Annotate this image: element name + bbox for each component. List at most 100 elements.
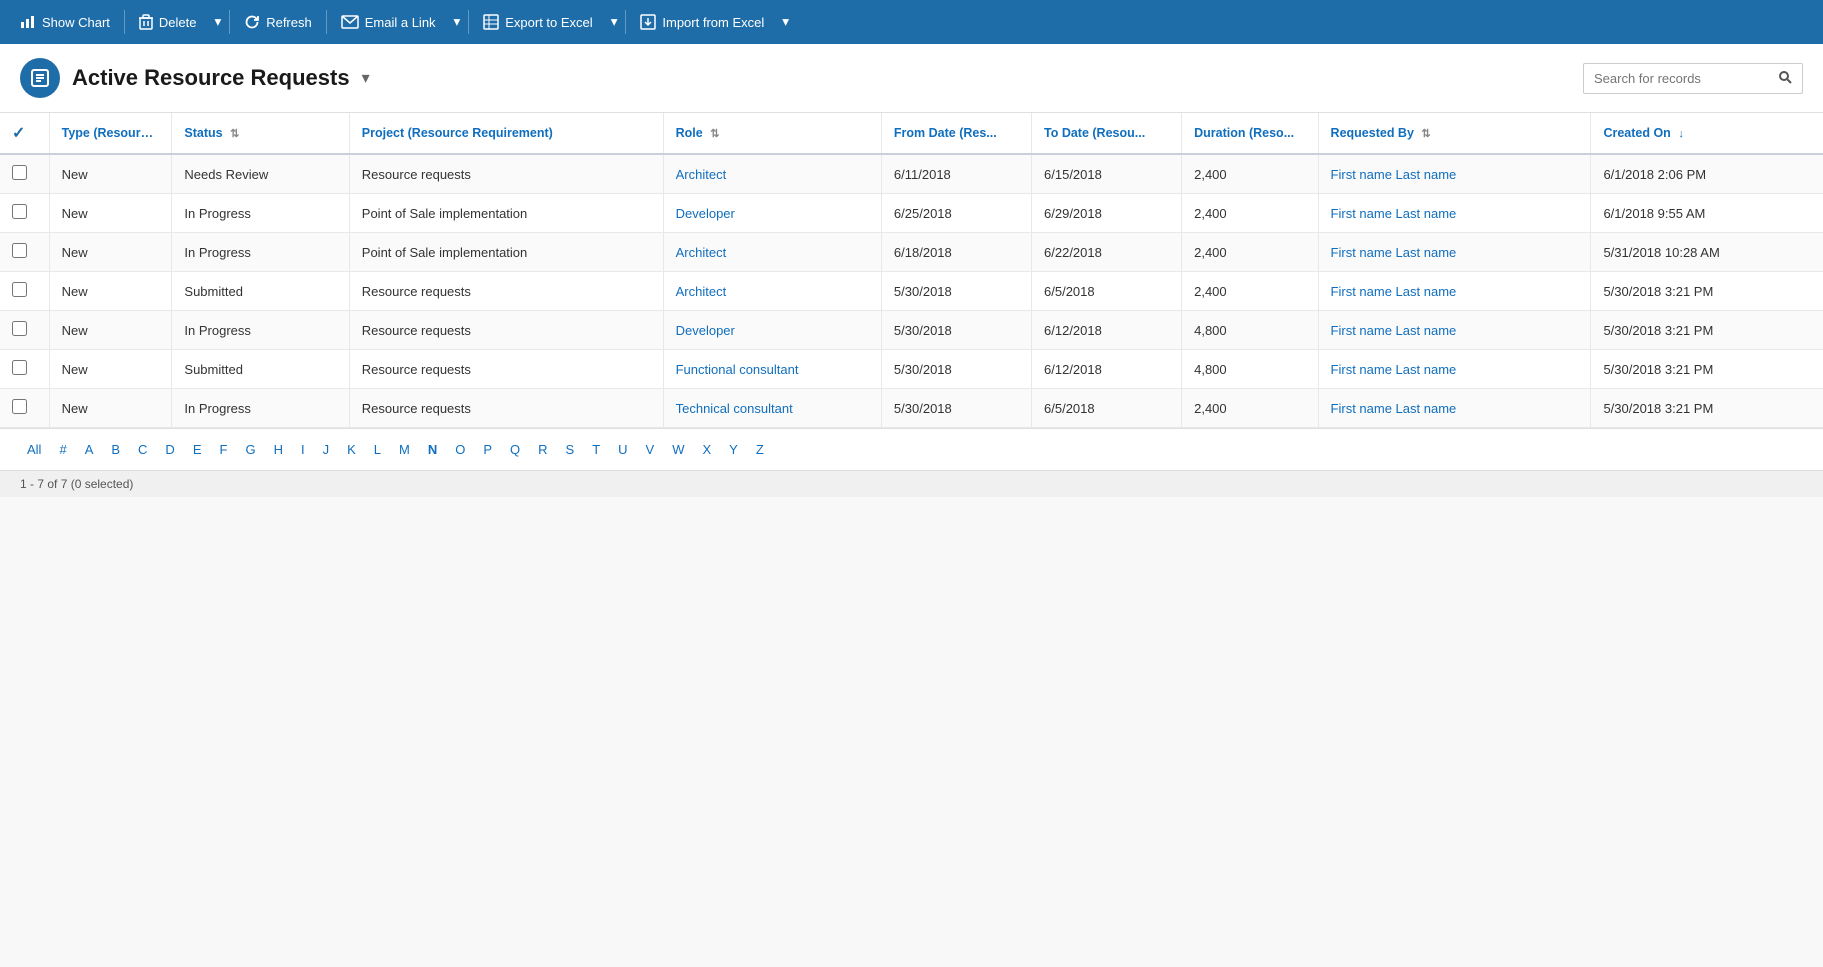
page-letter-m[interactable]: M bbox=[392, 439, 417, 460]
refresh-button[interactable]: Refresh bbox=[232, 0, 324, 44]
export-dropdown[interactable]: ▾ bbox=[605, 0, 624, 44]
row-checkbox-cell[interactable] bbox=[0, 194, 49, 233]
col-header-role[interactable]: Role ⇅ bbox=[663, 113, 881, 154]
role-link[interactable]: Developer bbox=[676, 206, 735, 221]
role-link[interactable]: Functional consultant bbox=[676, 362, 799, 377]
requested-by-link[interactable]: First name Last name bbox=[1331, 206, 1457, 221]
page-letter-e[interactable]: E bbox=[186, 439, 209, 460]
search-button[interactable] bbox=[1768, 64, 1802, 93]
row-checkbox[interactable] bbox=[12, 204, 27, 219]
row-requested-by[interactable]: First name Last name bbox=[1318, 311, 1591, 350]
requested-by-link[interactable]: First name Last name bbox=[1331, 323, 1457, 338]
select-all-checkbox[interactable]: ✓ bbox=[12, 123, 25, 143]
row-requested-by[interactable]: First name Last name bbox=[1318, 389, 1591, 428]
email-link-button[interactable]: Email a Link bbox=[329, 0, 448, 44]
page-letter-r[interactable]: R bbox=[531, 439, 554, 460]
row-created-on: 6/1/2018 2:06 PM bbox=[1591, 154, 1823, 194]
col-header-from[interactable]: From Date (Res... bbox=[881, 113, 1031, 154]
page-letter-all[interactable]: All bbox=[20, 439, 48, 460]
row-checkbox-cell[interactable] bbox=[0, 311, 49, 350]
col-header-requested[interactable]: Requested By ⇅ bbox=[1318, 113, 1591, 154]
page-letter-z[interactable]: Z bbox=[749, 439, 771, 460]
page-letter-w[interactable]: W bbox=[665, 439, 691, 460]
divider-4 bbox=[468, 10, 469, 34]
title-chevron[interactable]: ▾ bbox=[362, 68, 370, 88]
row-checkbox[interactable] bbox=[12, 360, 27, 375]
page-letter-b[interactable]: B bbox=[104, 439, 127, 460]
page-letter-u[interactable]: U bbox=[611, 439, 634, 460]
row-checkbox-cell[interactable] bbox=[0, 233, 49, 272]
page-letter-c[interactable]: C bbox=[131, 439, 154, 460]
page-letter-f[interactable]: F bbox=[212, 439, 234, 460]
row-requested-by[interactable]: First name Last name bbox=[1318, 194, 1591, 233]
page-letter-g[interactable]: G bbox=[238, 439, 262, 460]
page-letter-s[interactable]: S bbox=[559, 439, 582, 460]
row-checkbox[interactable] bbox=[12, 321, 27, 336]
col-header-project[interactable]: Project (Resource Requirement) bbox=[349, 113, 663, 154]
row-checkbox-cell[interactable] bbox=[0, 154, 49, 194]
row-role[interactable]: Developer bbox=[663, 194, 881, 233]
page-letter-v[interactable]: V bbox=[639, 439, 662, 460]
row-checkbox[interactable] bbox=[12, 165, 27, 180]
export-excel-button[interactable]: Export to Excel bbox=[471, 0, 604, 44]
row-requested-by[interactable]: First name Last name bbox=[1318, 350, 1591, 389]
requested-by-link[interactable]: First name Last name bbox=[1331, 245, 1457, 260]
page-letter-d[interactable]: D bbox=[158, 439, 181, 460]
role-link[interactable]: Architect bbox=[676, 167, 727, 182]
row-from-date: 5/30/2018 bbox=[881, 350, 1031, 389]
import-dropdown[interactable]: ▾ bbox=[776, 0, 795, 44]
row-role[interactable]: Architect bbox=[663, 233, 881, 272]
row-from-date: 6/18/2018 bbox=[881, 233, 1031, 272]
page-letter-#[interactable]: # bbox=[52, 439, 73, 460]
delete-dropdown[interactable]: ▾ bbox=[209, 0, 228, 44]
page-letter-q[interactable]: Q bbox=[503, 439, 527, 460]
row-checkbox-cell[interactable] bbox=[0, 350, 49, 389]
search-input[interactable] bbox=[1584, 65, 1768, 92]
page-letter-p[interactable]: P bbox=[476, 439, 499, 460]
row-checkbox[interactable] bbox=[12, 282, 27, 297]
row-role[interactable]: Functional consultant bbox=[663, 350, 881, 389]
divider-2 bbox=[229, 10, 230, 34]
row-role[interactable]: Technical consultant bbox=[663, 389, 881, 428]
role-link[interactable]: Technical consultant bbox=[676, 401, 793, 416]
page-letter-k[interactable]: K bbox=[340, 439, 363, 460]
col-header-status[interactable]: Status ⇅ bbox=[172, 113, 349, 154]
row-status: Submitted bbox=[172, 272, 349, 311]
email-dropdown[interactable]: ▾ bbox=[448, 0, 467, 44]
col-header-duration[interactable]: Duration (Reso... bbox=[1182, 113, 1318, 154]
row-checkbox-cell[interactable] bbox=[0, 389, 49, 428]
row-requested-by[interactable]: First name Last name bbox=[1318, 233, 1591, 272]
page-letter-y[interactable]: Y bbox=[722, 439, 745, 460]
import-excel-button[interactable]: Import from Excel bbox=[628, 0, 776, 44]
page-letter-i[interactable]: I bbox=[294, 439, 312, 460]
row-checkbox[interactable] bbox=[12, 399, 27, 414]
row-requested-by[interactable]: First name Last name bbox=[1318, 272, 1591, 311]
role-link[interactable]: Architect bbox=[676, 284, 727, 299]
show-chart-button[interactable]: Show Chart bbox=[8, 0, 122, 44]
page-letter-j[interactable]: J bbox=[316, 439, 337, 460]
role-link[interactable]: Developer bbox=[676, 323, 735, 338]
page-letter-t[interactable]: T bbox=[585, 439, 607, 460]
row-requested-by[interactable]: First name Last name bbox=[1318, 154, 1591, 194]
page-letter-x[interactable]: X bbox=[696, 439, 719, 460]
col-header-type[interactable]: Type (Resource... ⇅ bbox=[49, 113, 172, 154]
page-letter-l[interactable]: L bbox=[367, 439, 388, 460]
select-all-header[interactable]: ✓ bbox=[0, 113, 49, 154]
page-letter-h[interactable]: H bbox=[267, 439, 290, 460]
requested-by-link[interactable]: First name Last name bbox=[1331, 167, 1457, 182]
requested-by-link[interactable]: First name Last name bbox=[1331, 362, 1457, 377]
page-letter-o[interactable]: O bbox=[448, 439, 472, 460]
role-link[interactable]: Architect bbox=[676, 245, 727, 260]
row-checkbox-cell[interactable] bbox=[0, 272, 49, 311]
requested-by-link[interactable]: First name Last name bbox=[1331, 284, 1457, 299]
col-header-created[interactable]: Created On ↓ bbox=[1591, 113, 1823, 154]
row-checkbox[interactable] bbox=[12, 243, 27, 258]
page-letter-a[interactable]: A bbox=[78, 439, 101, 460]
row-role[interactable]: Developer bbox=[663, 311, 881, 350]
col-header-to[interactable]: To Date (Resou... bbox=[1032, 113, 1182, 154]
row-role[interactable]: Architect bbox=[663, 154, 881, 194]
delete-button[interactable]: Delete bbox=[127, 0, 209, 44]
row-role[interactable]: Architect bbox=[663, 272, 881, 311]
requested-by-link[interactable]: First name Last name bbox=[1331, 401, 1457, 416]
page-letter-n[interactable]: N bbox=[421, 439, 444, 460]
